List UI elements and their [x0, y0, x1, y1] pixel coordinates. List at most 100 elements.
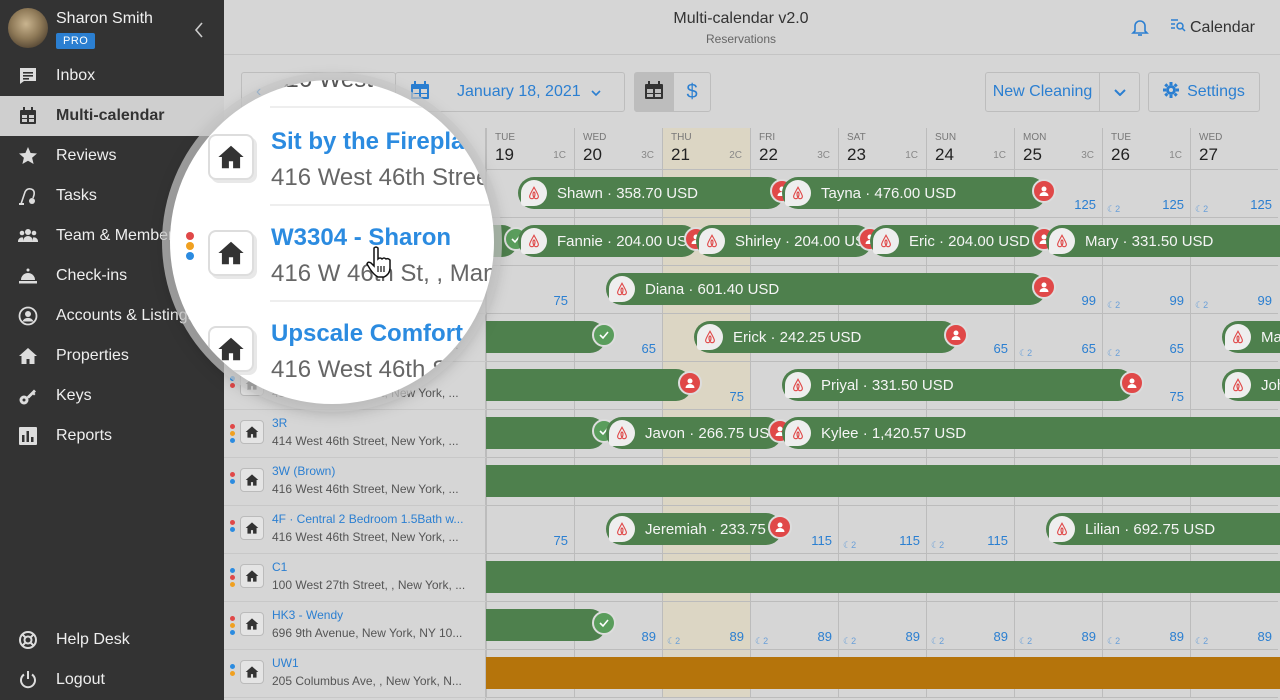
reservation-bar[interactable]	[486, 657, 1280, 689]
calendar-mode-button[interactable]	[634, 72, 674, 112]
calendar-view-button[interactable]: Calendar	[1170, 18, 1255, 37]
team-icon	[0, 226, 56, 246]
reservation-bar[interactable]: Ma	[1222, 321, 1280, 353]
nightly-price: 99	[1169, 293, 1184, 308]
nightly-price: 65	[1081, 341, 1096, 356]
day-of-week: WED	[583, 132, 607, 143]
property-row[interactable]: UW1 205 Columbus Ave, , New York, N...	[224, 650, 486, 698]
airbnb-icon	[609, 276, 635, 302]
reservation-bar[interactable]: Jeremiah · 233.75 ...	[606, 513, 792, 545]
calendar-cell[interactable]: 65 ☾2	[1014, 314, 1102, 362]
day-number: 19	[495, 145, 514, 164]
sidebar-item-reports[interactable]: Reports	[0, 416, 224, 456]
calendar-cell[interactable]: 89 ☾2	[838, 602, 926, 650]
channel-dots	[230, 616, 235, 637]
user-name: Sharon Smith	[56, 10, 153, 27]
sidebar-item-inbox[interactable]: Inbox	[0, 56, 224, 96]
reservation-bar[interactable]	[486, 369, 702, 401]
property-name[interactable]: HK3 - Wendy	[272, 608, 472, 622]
magnified-property-row[interactable]: Upscale Comfort of 416 West 46th Street	[170, 304, 494, 400]
airbnb-icon	[1049, 228, 1075, 254]
calendar-cell[interactable]: 89 ☾2	[1102, 602, 1190, 650]
calendar-cell[interactable]: 99 ☾2	[1102, 266, 1190, 314]
calendar-icon	[0, 106, 56, 126]
reservation-bar[interactable]: Joh	[1222, 369, 1280, 401]
user-profile[interactable]: Sharon Smith PRO	[8, 8, 218, 50]
reservation-bar[interactable]: Lilian · 692.75 USD	[1046, 513, 1280, 545]
reservation-bar[interactable]: Eric · 204.00 USD	[870, 225, 1056, 257]
divider	[270, 204, 494, 206]
calendar-cell[interactable]: 75	[486, 266, 574, 314]
reservation-bar[interactable]: Shawn · 358.70 USD	[518, 177, 794, 209]
day-number: 24	[935, 145, 954, 164]
dollar-icon: $	[686, 80, 698, 103]
calendar-cell[interactable]: 125 ☾2	[1102, 170, 1190, 218]
magnified-property-row[interactable]: Sit by the Fireplace 416 West 46th Stree…	[170, 112, 494, 208]
reservation-bar[interactable]	[486, 561, 1280, 593]
calendar-cell[interactable]: 65 ☾2	[1102, 314, 1190, 362]
sidebar-item-help-desk[interactable]: Help Desk	[0, 620, 224, 660]
nightly-price: 99	[1081, 293, 1096, 308]
reservation-bar[interactable]: Kylee · 1,420.57 USD	[782, 417, 1280, 449]
calendar-cell[interactable]: 115 ☾2	[926, 506, 1014, 554]
property-name[interactable]: 3R	[272, 416, 472, 430]
calendar-cell[interactable]: 89 ☾2	[1014, 602, 1102, 650]
property-name[interactable]: UW1	[272, 656, 472, 670]
collapse-sidebar-button[interactable]	[194, 22, 204, 43]
sidebar-item-logout[interactable]: Logout	[0, 660, 224, 700]
calendar-cell[interactable]: 115 ☾2	[838, 506, 926, 554]
nightly-price: 89	[1169, 629, 1184, 644]
reservation-bar[interactable]	[486, 321, 616, 353]
day-header: FRI 22 3C	[750, 128, 838, 170]
airbnb-icon	[609, 420, 635, 446]
min-nights-moon-icon: ☾2	[1195, 636, 1209, 646]
star-icon	[0, 146, 56, 166]
page-title: Multi-calendar v2.0	[673, 10, 809, 27]
reservation-bar[interactable]: Diana · 601.40 USD	[606, 273, 1056, 305]
magnified-property-row[interactable]: W3304 - Sharon 416 W 46th St, , Manhatta…	[170, 208, 494, 304]
home-icon	[240, 468, 264, 492]
reservation-bar[interactable]: Priyal · 331.50 USD	[782, 369, 1144, 401]
calendar-cell[interactable]: 89 ☾2	[926, 602, 1014, 650]
settings-button[interactable]: Settings	[1148, 72, 1260, 112]
calendar-cell[interactable]: 89 ☾2	[750, 602, 838, 650]
new-cleaning-button[interactable]: New Cleaning	[985, 72, 1100, 112]
calendar-cell[interactable]: 125 ☾2	[1190, 170, 1278, 218]
reservation-bar[interactable]: Tayna · 476.00 USD	[782, 177, 1056, 209]
sidebar-item-label: Team & Members	[56, 227, 182, 244]
min-nights-moon-icon: ☾2	[1107, 636, 1121, 646]
home-icon	[240, 564, 264, 588]
airbnb-icon	[785, 180, 811, 206]
list-search-icon	[1170, 18, 1186, 37]
property-row[interactable]: 3R 414 West 46th Street, New York, ...	[224, 410, 486, 458]
reservation-bar[interactable]: Mary · 331.50 USD	[1046, 225, 1280, 257]
property-name[interactable]: C1	[272, 560, 472, 574]
reservation-bar[interactable]: Fannie · 204.00 USD	[518, 225, 708, 257]
reservation-bar[interactable]	[486, 417, 616, 449]
reservation-bar[interactable]: Shirley · 204.00 USD	[696, 225, 882, 257]
property-name[interactable]: W3304 - Sharon	[271, 224, 451, 252]
new-cleaning-dropdown[interactable]	[1099, 72, 1140, 112]
property-name[interactable]: 4F · Central 2 Bedroom 1.5Bath w...	[272, 512, 472, 526]
reservation-bar[interactable]	[486, 465, 1280, 497]
notifications-bell-icon[interactable]	[1130, 17, 1150, 42]
property-row[interactable]: HK3 - Wendy 696 9th Avenue, New York, NY …	[224, 602, 486, 650]
property-name[interactable]: Sit by the Fireplace	[271, 128, 491, 156]
calendar-cell[interactable]: 99 ☾2	[1190, 266, 1278, 314]
reservation-bar[interactable]: Erick · 242.25 USD	[694, 321, 968, 353]
property-row[interactable]: C1 100 West 27th Street, , New York, ...	[224, 554, 486, 602]
reservation-guest-amount: Ma	[1261, 328, 1280, 346]
reservation-bar[interactable]: Javon · 266.75 USD	[606, 417, 792, 449]
calendar-cell[interactable]: 89 ☾2	[1190, 602, 1278, 650]
property-address: 205 Columbus Ave, , New York, N...	[272, 674, 462, 688]
property-row[interactable]: 4F · Central 2 Bedroom 1.5Bath w... 416 W…	[224, 506, 486, 554]
nightly-price: 75	[553, 533, 568, 548]
pricing-mode-button[interactable]: $	[673, 72, 711, 112]
reservation-bar[interactable]	[486, 609, 616, 641]
property-row[interactable]: 3W (Brown) 416 West 46th Street, New York…	[224, 458, 486, 506]
calendar-cell[interactable]: 75	[486, 506, 574, 554]
property-name[interactable]: 3W (Brown)	[272, 464, 472, 478]
property-name[interactable]: Upscale Comfort of	[271, 320, 492, 348]
calendar-cell[interactable]: 89 ☾2	[662, 602, 750, 650]
calendar-view-label: Calendar	[1190, 18, 1255, 36]
